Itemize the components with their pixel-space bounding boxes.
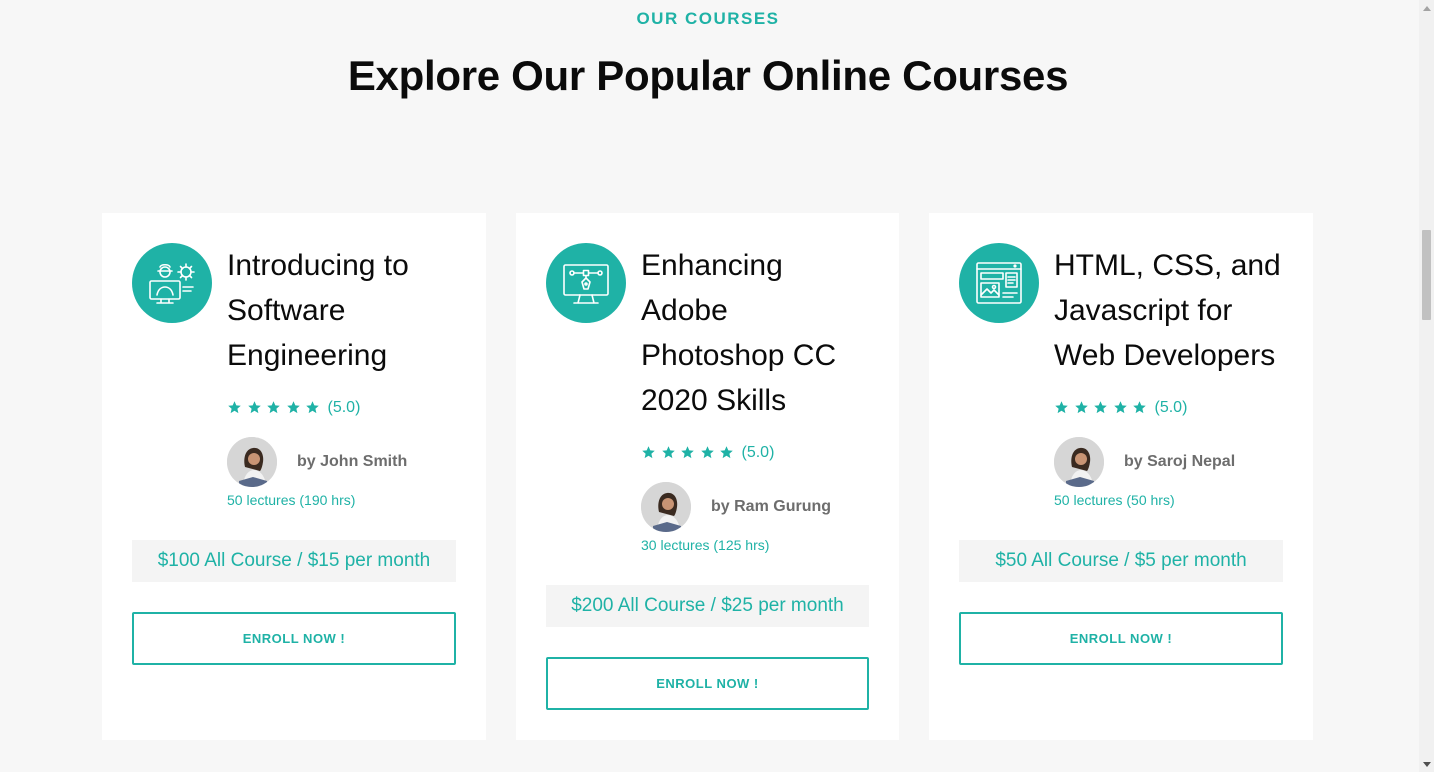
scroll-up-arrow-icon[interactable] <box>1419 2 1434 14</box>
course-title[interactable]: Introducing to Software Engineering <box>227 243 467 378</box>
avatar <box>641 482 691 532</box>
rating-value: (5.0) <box>327 399 361 416</box>
star-icon <box>680 445 700 461</box>
star-icon <box>1093 400 1113 416</box>
course-card: Introducing to Software Engineering (5.0… <box>102 213 486 740</box>
star-icon <box>1054 400 1074 416</box>
section-headline: Explore Our Popular Online Courses <box>347 52 1069 99</box>
price-box: $100 All Course / $15 per month <box>132 540 456 582</box>
rating: (5.0) <box>641 442 774 464</box>
author: by John Smith <box>227 437 407 487</box>
author: by Ram Gurung <box>641 482 831 532</box>
star-icon <box>661 445 681 461</box>
star-icon <box>227 400 247 416</box>
star-icon <box>266 400 286 416</box>
course-title[interactable]: Enhancing Adobe Photoshop CC 2020 Skills <box>641 243 881 423</box>
design-monitor-pen-icon <box>546 243 626 323</box>
rating: (5.0) <box>227 397 360 419</box>
star-icon <box>1074 400 1094 416</box>
star-icon <box>719 445 739 461</box>
lecture-count: 50 lectures (50 hrs) <box>1054 492 1175 508</box>
author-name[interactable]: by Ram Gurung <box>711 498 831 516</box>
enroll-button[interactable]: ENROLL NOW ! <box>546 657 869 710</box>
star-icon <box>700 445 720 461</box>
rating-value: (5.0) <box>1154 399 1188 416</box>
scroll-down-arrow-icon[interactable] <box>1419 758 1434 770</box>
avatar <box>227 437 277 487</box>
course-title[interactable]: HTML, CSS, and Javascript for Web Develo… <box>1054 243 1294 378</box>
avatar <box>1054 437 1104 487</box>
engineer-monitor-gear-icon <box>132 243 212 323</box>
enroll-button[interactable]: ENROLL NOW ! <box>959 612 1283 665</box>
rating-value: (5.0) <box>741 444 775 461</box>
star-icon <box>1113 400 1133 416</box>
price-box: $50 All Course / $5 per month <box>959 540 1283 582</box>
courses-page: OUR COURSES Explore Our Popular Online C… <box>0 0 1434 772</box>
section-eyebrow: OUR COURSES <box>636 9 780 28</box>
star-icon <box>247 400 267 416</box>
author-name[interactable]: by John Smith <box>297 453 407 471</box>
price-box: $200 All Course / $25 per month <box>546 585 869 627</box>
lecture-count: 50 lectures (190 hrs) <box>227 492 356 508</box>
star-icon <box>641 445 661 461</box>
vertical-scrollbar[interactable] <box>1419 0 1434 772</box>
star-icon <box>1132 400 1152 416</box>
web-layout-browser-icon <box>959 243 1039 323</box>
author-name[interactable]: by Saroj Nepal <box>1124 453 1235 471</box>
author: by Saroj Nepal <box>1054 437 1235 487</box>
rating: (5.0) <box>1054 397 1187 419</box>
course-card: Enhancing Adobe Photoshop CC 2020 Skills… <box>516 213 899 740</box>
star-icon <box>286 400 306 416</box>
star-icon <box>305 400 325 416</box>
course-card: HTML, CSS, and Javascript for Web Develo… <box>929 213 1313 740</box>
lecture-count: 30 lectures (125 hrs) <box>641 537 770 553</box>
scrollbar-thumb[interactable] <box>1422 230 1431 320</box>
enroll-button[interactable]: ENROLL NOW ! <box>132 612 456 665</box>
